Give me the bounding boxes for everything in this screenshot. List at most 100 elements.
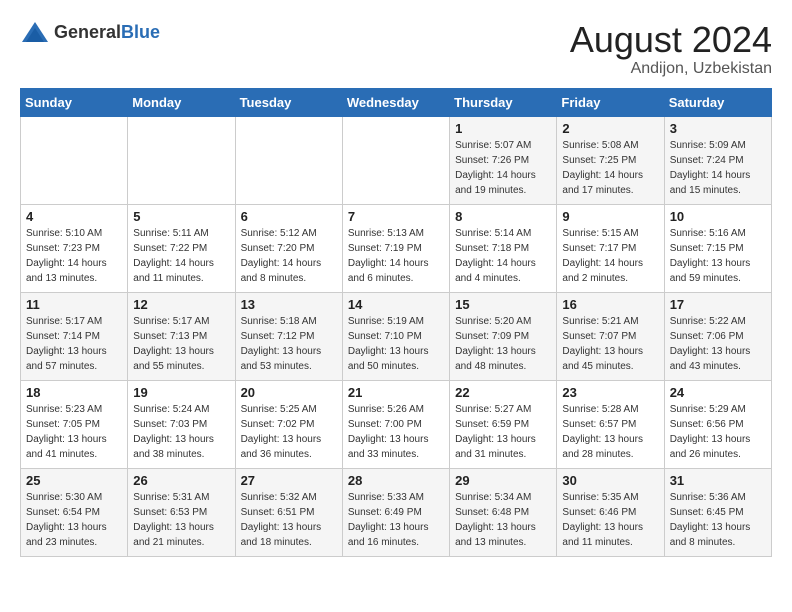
day-info: Sunrise: 5:20 AMSunset: 7:09 PMDaylight:… (455, 314, 551, 374)
location: Andijon, Uzbekistan (570, 60, 772, 78)
day-cell: 7 Sunrise: 5:13 AMSunset: 7:19 PMDaylight… (342, 204, 449, 292)
day-cell: 22 Sunrise: 5:27 AMSunset: 6:59 PMDayligh… (450, 380, 557, 468)
day-info: Sunrise: 5:34 AMSunset: 6:48 PMDaylight:… (455, 490, 551, 550)
col-friday: Friday (557, 88, 664, 116)
day-number: 17 (670, 297, 766, 312)
logo-general: General (54, 22, 121, 42)
day-number: 3 (670, 121, 766, 136)
day-cell: 13 Sunrise: 5:18 AMSunset: 7:12 PMDayligh… (235, 292, 342, 380)
day-info: Sunrise: 5:16 AMSunset: 7:15 PMDaylight:… (670, 226, 766, 286)
day-cell: 21Sunrise: 5:26 AMSunset: 7:00 PMDayligh… (342, 380, 449, 468)
month-year: August 2024 (570, 20, 772, 60)
col-sunday: Sunday (21, 88, 128, 116)
day-info: Sunrise: 5:09 AMSunset: 7:24 PMDaylight:… (670, 138, 766, 198)
day-info: Sunrise: 5:14 AMSunset: 7:18 PMDaylight:… (455, 226, 551, 286)
day-info: Sunrise: 5:36 AMSunset: 6:45 PMDaylight:… (670, 490, 766, 550)
day-info: Sunrise: 5:12 AMSunset: 7:20 PMDaylight:… (241, 226, 337, 286)
day-cell: 8 Sunrise: 5:14 AMSunset: 7:18 PMDaylight… (450, 204, 557, 292)
day-number: 20 (241, 385, 337, 400)
day-info: Sunrise: 5:23 AMSunset: 7:05 PMDaylight:… (26, 402, 122, 462)
day-number: 10 (670, 209, 766, 224)
day-number: 14 (348, 297, 444, 312)
day-cell: 1 Sunrise: 5:07 AMSunset: 7:26 PMDaylight… (450, 116, 557, 204)
day-cell: 6Sunrise: 5:12 AMSunset: 7:20 PMDaylight… (235, 204, 342, 292)
day-info: Sunrise: 5:08 AMSunset: 7:25 PMDaylight:… (562, 138, 658, 198)
day-info: Sunrise: 5:11 AMSunset: 7:22 PMDaylight:… (133, 226, 229, 286)
day-cell: 5 Sunrise: 5:11 AMSunset: 7:22 PMDaylight… (128, 204, 235, 292)
day-cell (342, 116, 449, 204)
day-cell: 27Sunrise: 5:32 AMSunset: 6:51 PMDayligh… (235, 468, 342, 556)
day-number: 13 (241, 297, 337, 312)
day-number: 7 (348, 209, 444, 224)
day-cell: 15 Sunrise: 5:20 AMSunset: 7:09 PMDayligh… (450, 292, 557, 380)
col-thursday: Thursday (450, 88, 557, 116)
day-cell: 26Sunrise: 5:31 AMSunset: 6:53 PMDayligh… (128, 468, 235, 556)
day-cell: 23 Sunrise: 5:28 AMSunset: 6:57 PMDayligh… (557, 380, 664, 468)
day-cell: 28Sunrise: 5:33 AMSunset: 6:49 PMDayligh… (342, 468, 449, 556)
day-info: Sunrise: 5:07 AMSunset: 7:26 PMDaylight:… (455, 138, 551, 198)
day-info: Sunrise: 5:13 AMSunset: 7:19 PMDaylight:… (348, 226, 444, 286)
day-cell: 11Sunrise: 5:17 AMSunset: 7:14 PMDayligh… (21, 292, 128, 380)
day-number: 24 (670, 385, 766, 400)
day-number: 30 (562, 473, 658, 488)
day-number: 4 (26, 209, 122, 224)
day-info: Sunrise: 5:15 AMSunset: 7:17 PMDaylight:… (562, 226, 658, 286)
day-number: 12 (133, 297, 229, 312)
day-cell: 19Sunrise: 5:24 AMSunset: 7:03 PMDayligh… (128, 380, 235, 468)
day-number: 29 (455, 473, 551, 488)
col-monday: Monday (128, 88, 235, 116)
day-info: Sunrise: 5:24 AMSunset: 7:03 PMDaylight:… (133, 402, 229, 462)
day-number: 25 (26, 473, 122, 488)
day-info: Sunrise: 5:10 AMSunset: 7:23 PMDaylight:… (26, 226, 122, 286)
week-row-2: 4 Sunrise: 5:10 AMSunset: 7:23 PMDaylight… (21, 204, 772, 292)
day-info: Sunrise: 5:21 AMSunset: 7:07 PMDaylight:… (562, 314, 658, 374)
day-cell: 12 Sunrise: 5:17 AMSunset: 7:13 PMDayligh… (128, 292, 235, 380)
day-cell: 25 Sunrise: 5:30 AMSunset: 6:54 PMDayligh… (21, 468, 128, 556)
day-number: 5 (133, 209, 229, 224)
day-cell: 24 Sunrise: 5:29 AMSunset: 6:56 PMDayligh… (664, 380, 771, 468)
header-row: Sunday Monday Tuesday Wednesday Thursday… (21, 88, 772, 116)
col-wednesday: Wednesday (342, 88, 449, 116)
day-info: Sunrise: 5:25 AMSunset: 7:02 PMDaylight:… (241, 402, 337, 462)
day-number: 23 (562, 385, 658, 400)
day-number: 1 (455, 121, 551, 136)
day-info: Sunrise: 5:35 AMSunset: 6:46 PMDaylight:… (562, 490, 658, 550)
day-cell: 10 Sunrise: 5:16 AMSunset: 7:15 PMDayligh… (664, 204, 771, 292)
day-cell: 14 Sunrise: 5:19 AMSunset: 7:10 PMDayligh… (342, 292, 449, 380)
logo-icon (20, 20, 50, 44)
day-info: Sunrise: 5:26 AMSunset: 7:00 PMDaylight:… (348, 402, 444, 462)
day-cell: 4 Sunrise: 5:10 AMSunset: 7:23 PMDaylight… (21, 204, 128, 292)
day-info: Sunrise: 5:18 AMSunset: 7:12 PMDaylight:… (241, 314, 337, 374)
day-number: 15 (455, 297, 551, 312)
week-row-4: 18Sunrise: 5:23 AMSunset: 7:05 PMDayligh… (21, 380, 772, 468)
day-info: Sunrise: 5:28 AMSunset: 6:57 PMDaylight:… (562, 402, 658, 462)
day-number: 31 (670, 473, 766, 488)
day-number: 8 (455, 209, 551, 224)
calendar-table: Sunday Monday Tuesday Wednesday Thursday… (20, 88, 772, 557)
day-info: Sunrise: 5:17 AMSunset: 7:14 PMDaylight:… (26, 314, 122, 374)
day-cell: 2Sunrise: 5:08 AMSunset: 7:25 PMDaylight… (557, 116, 664, 204)
day-info: Sunrise: 5:30 AMSunset: 6:54 PMDaylight:… (26, 490, 122, 550)
day-cell (235, 116, 342, 204)
day-cell: 30 Sunrise: 5:35 AMSunset: 6:46 PMDayligh… (557, 468, 664, 556)
day-cell: 17 Sunrise: 5:22 AMSunset: 7:06 PMDayligh… (664, 292, 771, 380)
day-info: Sunrise: 5:27 AMSunset: 6:59 PMDaylight:… (455, 402, 551, 462)
day-number: 16 (562, 297, 658, 312)
day-cell: 31 Sunrise: 5:36 AMSunset: 6:45 PMDayligh… (664, 468, 771, 556)
day-info: Sunrise: 5:29 AMSunset: 6:56 PMDaylight:… (670, 402, 766, 462)
day-number: 26 (133, 473, 229, 488)
day-cell: 18Sunrise: 5:23 AMSunset: 7:05 PMDayligh… (21, 380, 128, 468)
day-cell: 29 Sunrise: 5:34 AMSunset: 6:48 PMDayligh… (450, 468, 557, 556)
day-info: Sunrise: 5:33 AMSunset: 6:49 PMDaylight:… (348, 490, 444, 550)
week-row-3: 11Sunrise: 5:17 AMSunset: 7:14 PMDayligh… (21, 292, 772, 380)
week-row-5: 25 Sunrise: 5:30 AMSunset: 6:54 PMDayligh… (21, 468, 772, 556)
day-info: Sunrise: 5:22 AMSunset: 7:06 PMDaylight:… (670, 314, 766, 374)
day-info: Sunrise: 5:32 AMSunset: 6:51 PMDaylight:… (241, 490, 337, 550)
col-saturday: Saturday (664, 88, 771, 116)
title-block: August 2024 Andijon, Uzbekistan (570, 20, 772, 78)
day-number: 22 (455, 385, 551, 400)
col-tuesday: Tuesday (235, 88, 342, 116)
day-info: Sunrise: 5:19 AMSunset: 7:10 PMDaylight:… (348, 314, 444, 374)
day-info: Sunrise: 5:17 AMSunset: 7:13 PMDaylight:… (133, 314, 229, 374)
day-cell: 3 Sunrise: 5:09 AMSunset: 7:24 PMDaylight… (664, 116, 771, 204)
